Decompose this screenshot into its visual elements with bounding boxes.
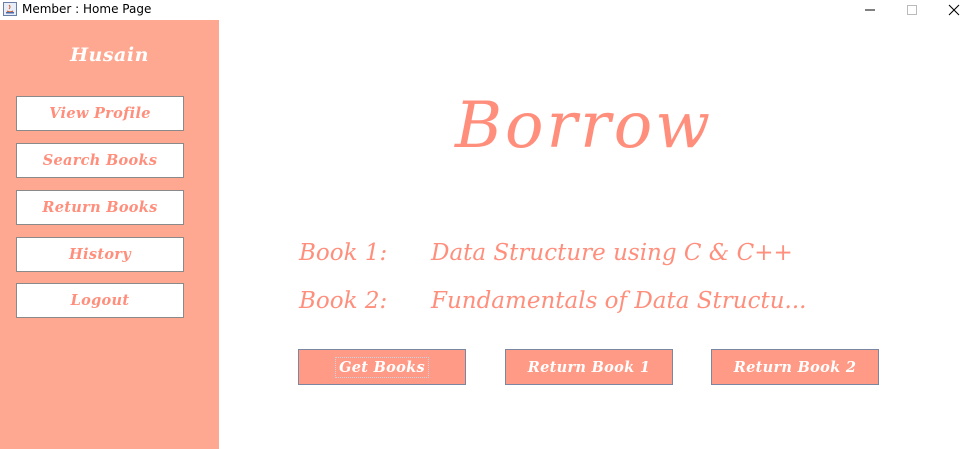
maximize-icon <box>907 5 917 15</box>
minimize-icon <box>865 9 875 11</box>
java-app-icon <box>3 2 17 16</box>
main-panel: Borrow Book 1: Data Structure using C & … <box>219 20 975 449</box>
logout-button[interactable]: Logout <box>16 283 184 318</box>
title-bar: Member : Home Page <box>0 0 975 20</box>
sidebar: Husain View Profile Search Books Return … <box>0 20 219 449</box>
return-books-button[interactable]: Return Books <box>16 190 184 225</box>
get-books-label: Get Books <box>335 356 429 378</box>
book-1-title: Data Structure using C & C++ <box>431 240 793 266</box>
get-books-button[interactable]: Get Books <box>298 349 466 385</box>
search-books-button[interactable]: Search Books <box>16 143 184 178</box>
return-book-2-button[interactable]: Return Book 2 <box>711 349 879 385</box>
view-profile-button[interactable]: View Profile <box>16 96 184 131</box>
book-2-label: Book 2: <box>299 288 388 314</box>
minimize-button[interactable] <box>850 0 890 20</box>
return-book-1-button[interactable]: Return Book 1 <box>505 349 673 385</box>
book-2-title: Fundamentals of Data Structu... <box>431 288 807 314</box>
maximize-button[interactable] <box>892 0 932 20</box>
close-button[interactable] <box>934 0 974 20</box>
page-heading: Borrow <box>455 89 714 163</box>
close-icon <box>948 4 960 16</box>
book-1-label: Book 1: <box>299 240 388 266</box>
history-button[interactable]: History <box>16 237 184 272</box>
username-label: Husain <box>70 44 149 66</box>
window-title: Member : Home Page <box>22 2 152 16</box>
